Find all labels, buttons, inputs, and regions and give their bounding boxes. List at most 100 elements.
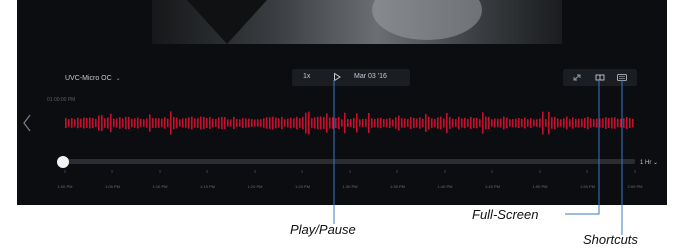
tick-label: 1:05 PM: [105, 184, 120, 189]
timeline-tick: 2:00 PM: [628, 170, 642, 193]
waveform-bar: [296, 116, 298, 130]
timeline-tick: 1:05 PM: [105, 170, 120, 193]
timeline-tick: 1:00 PM: [57, 170, 73, 193]
keyboard-icon[interactable]: [617, 73, 627, 82]
waveform-bar: [464, 117, 466, 129]
waveform-bar: [155, 118, 157, 128]
waveform-bar: [188, 117, 190, 129]
tick-mark: [587, 170, 588, 173]
full-screen-callout: Full-Screen: [472, 207, 539, 222]
waveform-bar: [563, 118, 565, 128]
waveform-bar: [434, 118, 436, 128]
chevron-right-icon[interactable]: [665, 113, 667, 133]
timeline-start-time: 01:00:00 PM: [47, 97, 76, 103]
waveform-bar: [569, 119, 571, 127]
timeline-ticks: 1:00 PM 1:05 PM 1:10 PM 1:15 PM 1:20 PM 1:25 …: [58, 170, 642, 193]
waveform-bar: [623, 118, 625, 128]
motion-waveform[interactable]: [65, 110, 635, 136]
waveform-bar: [515, 118, 517, 128]
waveform-bar: [632, 118, 634, 128]
waveform-bar: [212, 118, 214, 128]
waveform-bar: [320, 116, 322, 130]
waveform-bar: [200, 116, 202, 130]
waveform-bar: [362, 118, 364, 128]
waveform-bar: [398, 115, 400, 131]
waveform-bar: [422, 118, 424, 128]
tick-label: 1:50 PM: [532, 184, 548, 189]
waveform-bar: [164, 117, 166, 129]
waveform-bar: [68, 119, 70, 127]
waveform-bar: [599, 118, 601, 128]
waveform-bar: [539, 118, 541, 128]
scrub-track[interactable]: [65, 159, 635, 164]
waveform-bar: [467, 119, 469, 127]
timeline-tick: 1:40 PM: [438, 170, 452, 193]
video-player: UVC-Micro OC ⌄ 1x Mar 03 '16 01:00:00 PM …: [17, 0, 667, 205]
resize-icon[interactable]: [572, 73, 582, 82]
waveform-bar: [101, 115, 103, 131]
waveform-bar: [341, 119, 343, 127]
tick-mark: [349, 170, 351, 173]
waveform-bar: [314, 117, 316, 129]
waveform-bar: [500, 118, 502, 128]
timeline-tick: 1:35 PM: [390, 170, 405, 193]
waveform-bar: [203, 116, 205, 130]
waveform-bar: [482, 112, 484, 134]
camera-selector[interactable]: UVC-Micro OC ⌄: [65, 75, 121, 82]
waveform-bar: [596, 118, 598, 128]
waveform-bar: [77, 117, 79, 129]
waveform-bar: [614, 117, 616, 129]
waveform-bar: [548, 111, 550, 135]
waveform-bar: [170, 111, 172, 135]
waveform-bar: [410, 116, 412, 130]
waveform-bar: [227, 119, 229, 127]
waveform-bar: [110, 113, 112, 133]
waveform-bar: [620, 118, 622, 128]
play-icon[interactable]: [332, 72, 342, 82]
tick-mark: [397, 170, 398, 173]
fullscreen-icon[interactable]: [595, 73, 605, 82]
waveform-bar: [440, 116, 442, 130]
waveform-bar: [161, 118, 163, 128]
waveform-bar: [518, 117, 520, 129]
waveform-bar: [80, 118, 82, 128]
waveform-bar: [242, 118, 244, 128]
waveform-bar: [197, 118, 199, 128]
waveform-bar: [359, 119, 361, 127]
waveform-bar: [281, 116, 283, 130]
waveform-bar: [386, 118, 388, 128]
waveform-bar: [152, 118, 154, 128]
shortcuts-callout: Shortcuts: [583, 232, 638, 247]
zoom-selector[interactable]: 1 Hr ⌄: [640, 159, 658, 166]
waveform-bar: [506, 117, 508, 129]
waveform-bar: [302, 116, 304, 130]
video-frame: [152, 0, 562, 44]
scrub-handle[interactable]: [57, 156, 69, 168]
waveform-bar: [509, 119, 511, 127]
waveform-bar: [494, 118, 496, 128]
waveform-bar: [332, 117, 334, 129]
timeline-tick: 1:15 PM: [200, 170, 215, 193]
waveform-bar: [158, 118, 160, 128]
tick-label: 1:00 PM: [57, 184, 73, 189]
speed-button[interactable]: 1x: [303, 73, 310, 80]
waveform-bar: [587, 116, 589, 130]
timeline-tick: 1:55 PM: [580, 170, 595, 193]
waveform-bar: [461, 118, 463, 128]
waveform-bar: [176, 117, 178, 129]
waveform-bar: [473, 117, 475, 129]
waveform-bar: [503, 116, 505, 130]
waveform-bar: [455, 119, 457, 127]
waveform-bar: [311, 118, 313, 128]
chevron-left-icon[interactable]: [20, 113, 34, 133]
waveform-bar: [254, 119, 256, 127]
waveform-bar: [179, 119, 181, 127]
waveform-bar: [257, 119, 259, 127]
waveform-bar: [305, 112, 307, 134]
waveform-bar: [446, 112, 448, 134]
waveform-bar: [488, 116, 490, 130]
date-selector[interactable]: Mar 03 '16: [354, 73, 387, 80]
tick-label: 1:20 PM: [247, 184, 263, 189]
waveform-bar: [470, 117, 472, 129]
waveform-bar: [323, 117, 325, 129]
